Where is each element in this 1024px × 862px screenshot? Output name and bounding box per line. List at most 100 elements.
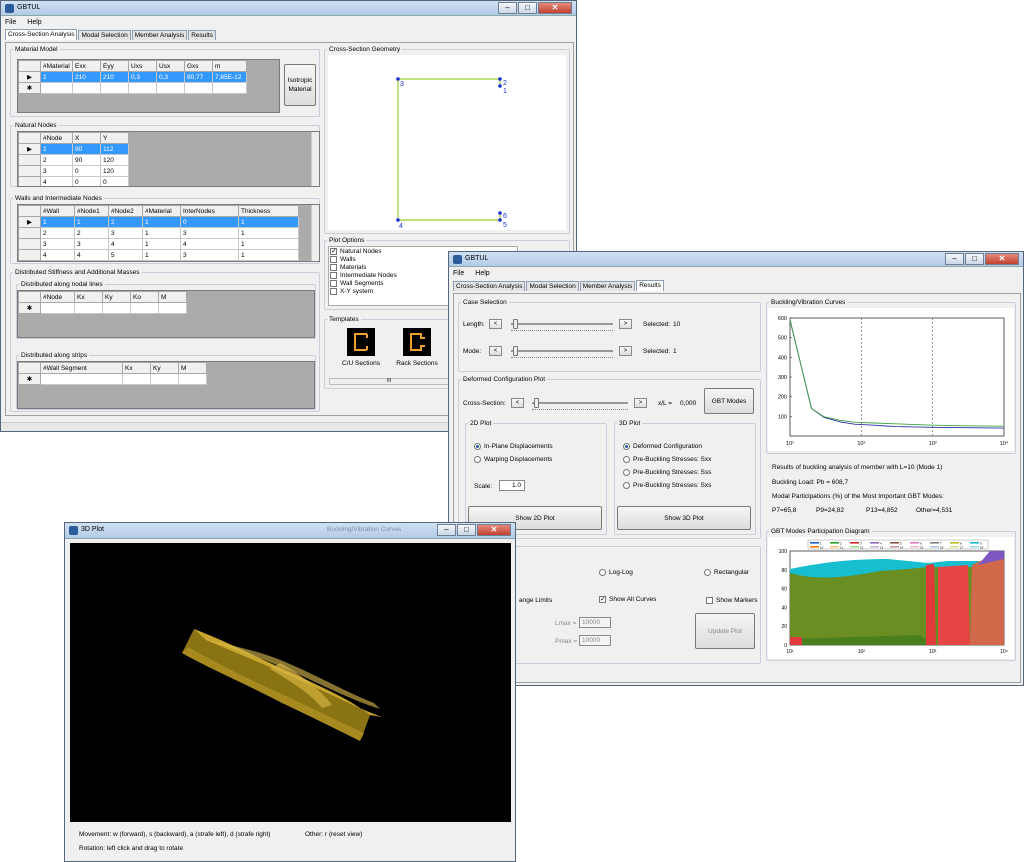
length-left-button[interactable]: <: [489, 319, 502, 329]
new-row[interactable]: ✱: [18, 302, 187, 314]
cell[interactable]: 1: [238, 227, 299, 239]
col-header[interactable]: #Node: [40, 291, 75, 303]
cell[interactable]: 120: [100, 154, 129, 166]
col-header[interactable]: #Wall Segment: [40, 362, 123, 374]
cell[interactable]: 3: [40, 238, 75, 250]
length-slider[interactable]: [511, 319, 613, 331]
deformed-config-radio[interactable]: Deformed Configuration: [623, 443, 702, 451]
cell[interactable]: 3: [74, 238, 109, 250]
sss-radio[interactable]: Pre-Buckling Stresses: Sss: [623, 469, 711, 477]
cs-right-button[interactable]: >: [634, 398, 647, 408]
tab-results[interactable]: Results: [188, 30, 216, 40]
templates-hscrollbar[interactable]: III: [329, 378, 449, 385]
maximize-button[interactable]: □: [457, 524, 476, 536]
cell[interactable]: 2: [40, 227, 75, 239]
cell[interactable]: 1: [40, 216, 75, 228]
cell[interactable]: 3: [108, 227, 143, 239]
close-button[interactable]: ✕: [985, 253, 1019, 265]
cell[interactable]: 1: [238, 249, 299, 261]
menu-file[interactable]: File: [453, 270, 464, 277]
cell[interactable]: 120: [100, 165, 129, 177]
col-header[interactable]: #Wall: [40, 205, 75, 217]
cell[interactable]: 4: [108, 238, 143, 250]
update-plot-button[interactable]: Update Plot: [695, 613, 755, 649]
cell[interactable]: 7,85E-12: [212, 71, 247, 83]
cell[interactable]: 0: [100, 176, 129, 186]
buckling-chart[interactable]: 600 500 400 300 200 100 10¹ 10² 10³ 10⁴: [768, 308, 1014, 451]
col-header[interactable]: #Material: [40, 60, 73, 72]
option-wall-segments[interactable]: Wall Segments: [330, 280, 383, 288]
cell[interactable]: 0: [72, 165, 101, 177]
cell[interactable]: 210: [100, 71, 129, 83]
sxx-radio[interactable]: Pre-Buckling Stresses: Sxx: [623, 456, 711, 464]
close-button[interactable]: ✕: [477, 524, 511, 536]
geometry-canvas[interactable]: 1 2 3 4 5 6: [328, 55, 566, 230]
cell[interactable]: 4: [74, 249, 109, 261]
walls-grid[interactable]: #Wall #Node1 #Node2 #Material InterNodes Thic…: [17, 204, 320, 262]
material-grid[interactable]: #Material Exx Eyy Uxs Usx Gxs m ▶ 1 210 210 0,3 0,3…: [17, 59, 280, 113]
col-header[interactable]: Y: [100, 132, 129, 144]
mode-right-button[interactable]: >: [619, 346, 632, 356]
col-header[interactable]: M: [178, 362, 207, 374]
table-row[interactable]: 2 90 120: [18, 154, 129, 166]
cell[interactable]: 0,3: [156, 71, 185, 83]
rectangular-radio[interactable]: Rectangular: [704, 569, 749, 577]
nodal-grid[interactable]: #Node Kx Ky Ko M ✱: [17, 290, 315, 338]
table-row[interactable]: 445131: [18, 249, 299, 261]
option-intermediate-nodes[interactable]: Intermediate Nodes: [330, 272, 397, 280]
cell[interactable]: 3: [180, 227, 239, 239]
template-cu-sections[interactable]: C/U Sections: [339, 328, 383, 376]
table-row[interactable]: ▶ 1 210 210 0,3 0,3 80,77 7,85E-12: [18, 71, 247, 83]
cell[interactable]: 4: [40, 249, 75, 261]
vertical-scrollbar[interactable]: [311, 205, 319, 261]
maximize-button[interactable]: □: [965, 253, 984, 265]
loglog-radio[interactable]: Log-Log: [599, 569, 633, 577]
participation-chart[interactable]: 1 2 3 4 5 6 7 8 910 11 12 13 14 15 16 17 181008060402001…: [768, 537, 1014, 659]
mode-slider[interactable]: [511, 346, 613, 358]
cell[interactable]: 0: [72, 176, 101, 186]
cell[interactable]: 1: [142, 249, 181, 261]
mode-left-button[interactable]: <: [489, 346, 502, 356]
cell[interactable]: 1: [40, 71, 73, 83]
sxs-radio[interactable]: Pre-Buckling Stresses: Sxs: [623, 482, 711, 490]
scale-input[interactable]: 1.0: [499, 480, 525, 491]
col-header[interactable]: Ko: [130, 291, 159, 303]
template-rack-sections[interactable]: Rack Sections: [395, 328, 439, 376]
menu-file[interactable]: File: [5, 19, 16, 26]
change-limits-label[interactable]: ange Limits: [519, 597, 552, 605]
menu-help[interactable]: Help: [475, 270, 489, 277]
cell[interactable]: 3: [180, 249, 239, 261]
col-header[interactable]: M: [158, 291, 187, 303]
slider-thumb[interactable]: [533, 398, 539, 408]
option-materials[interactable]: Materials: [330, 264, 366, 272]
col-header[interactable]: #Node1: [74, 205, 109, 217]
length-right-button[interactable]: >: [619, 319, 632, 329]
option-xy-system[interactable]: X-Y system: [330, 288, 373, 296]
cell[interactable]: 0,3: [128, 71, 157, 83]
table-row[interactable]: 400: [18, 176, 129, 186]
tab-member-analysis[interactable]: Member Analysis: [579, 281, 636, 291]
cell[interactable]: 1: [142, 238, 181, 250]
col-header[interactable]: X: [72, 132, 101, 144]
cell[interactable]: 1: [238, 216, 299, 228]
cell[interactable]: 2: [74, 227, 109, 239]
tab-results[interactable]: Results: [636, 280, 664, 291]
cell[interactable]: 4: [40, 176, 73, 186]
nodes-grid[interactable]: #Node X Y ▶ 1 90 112 2 90 120 3 0 120 400: [17, 131, 320, 187]
cell[interactable]: 1: [142, 227, 181, 239]
tab-modal-selection[interactable]: Modal Selection: [526, 281, 579, 291]
minimize-button[interactable]: –: [437, 524, 456, 536]
3d-viewport[interactable]: [70, 543, 511, 822]
cell[interactable]: 90: [72, 154, 101, 166]
col-header[interactable]: #Node2: [108, 205, 143, 217]
show-all-curves-checkbox[interactable]: ✓ Show All Curves: [599, 596, 656, 604]
col-header[interactable]: #Material: [142, 205, 181, 217]
col-header[interactable]: Usx: [156, 60, 185, 72]
tab-cross-section[interactable]: Cross-Section Analysis: [5, 29, 78, 40]
col-header[interactable]: Thickness: [238, 205, 299, 217]
col-header[interactable]: Exx: [72, 60, 101, 72]
cell[interactable]: 1: [238, 238, 299, 250]
cell[interactable]: 112: [100, 143, 129, 155]
maximize-button[interactable]: □: [518, 2, 537, 14]
slider-thumb[interactable]: [512, 319, 518, 329]
